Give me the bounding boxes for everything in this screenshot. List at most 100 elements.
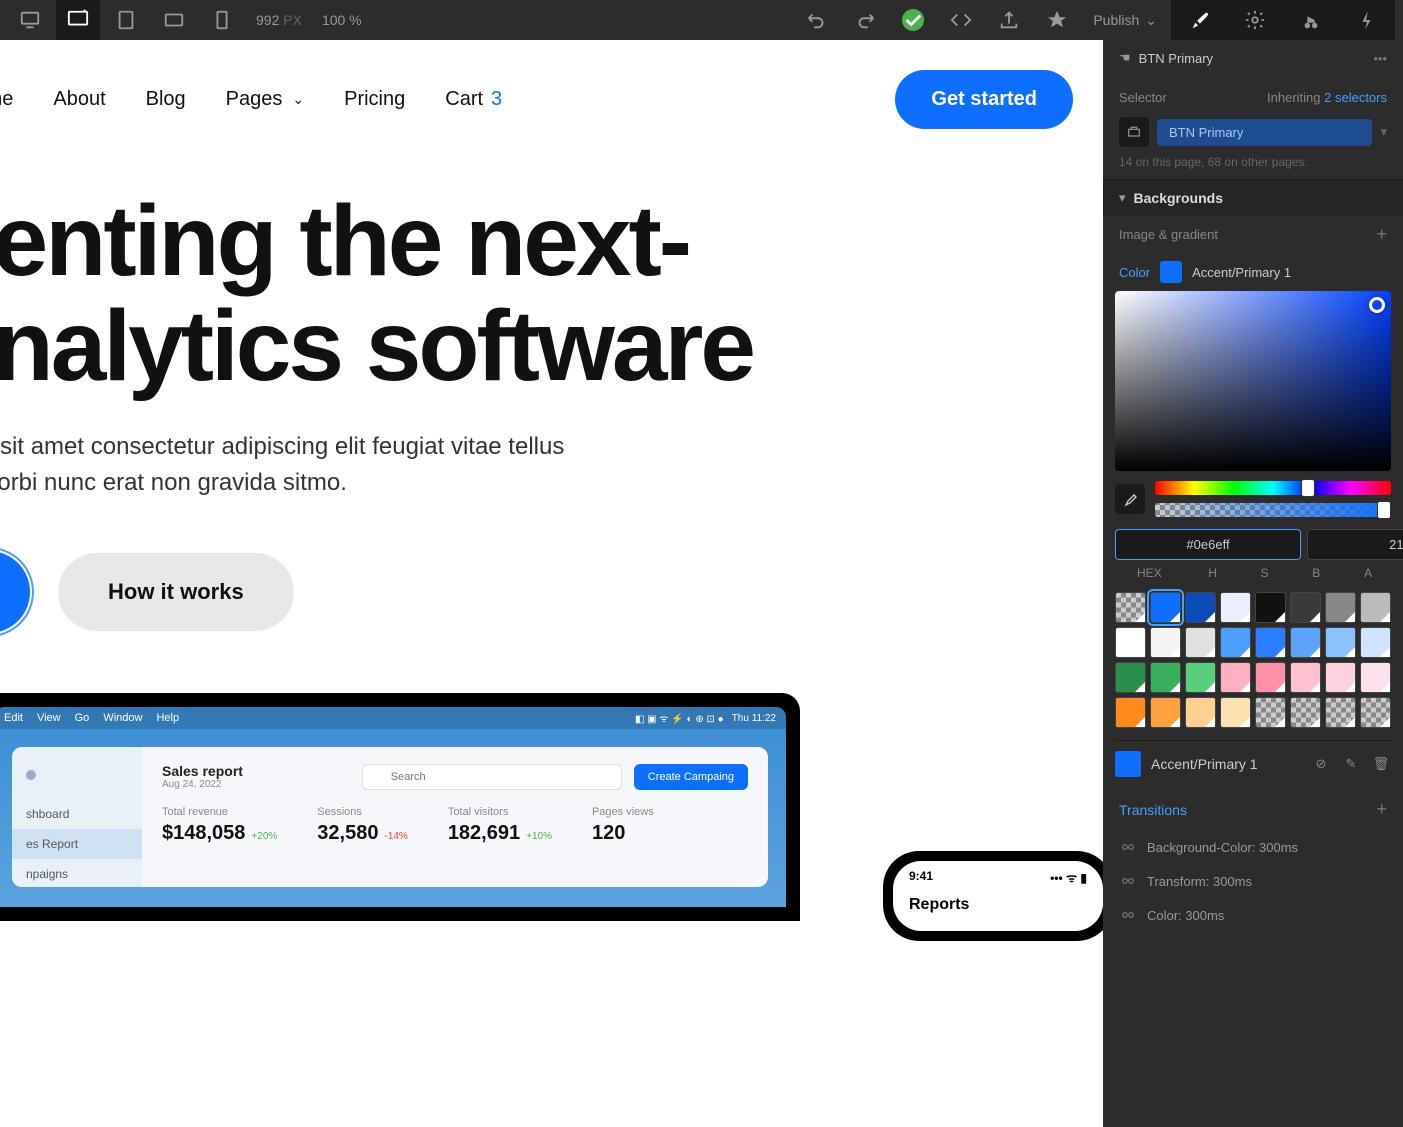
- color-swatch[interactable]: [1185, 697, 1216, 728]
- chevron-down-icon: ⌄: [1145, 12, 1157, 29]
- inheriting-info[interactable]: Inheriting 2 selectors: [1267, 90, 1387, 105]
- hero-subtitle[interactable]: dolor sit amet consectetur adipiscing el…: [0, 429, 1103, 501]
- redo-icon[interactable]: [843, 0, 887, 40]
- canvas[interactable]: Home About Blog Pages ⌄ Pricing Cart 3 G…: [0, 40, 1103, 1127]
- color-swatch[interactable]: [1220, 697, 1251, 728]
- color-swatch[interactable]: [1290, 592, 1321, 623]
- eyedropper-icon[interactable]: [1115, 484, 1145, 514]
- dropdown-icon[interactable]: ▾: [1380, 124, 1387, 140]
- add-transition-icon[interactable]: +: [1376, 799, 1387, 820]
- canvas-width[interactable]: 992 PX: [248, 12, 310, 28]
- bg-color-name: Accent/Primary 1: [1192, 265, 1291, 280]
- nav-home[interactable]: Home: [0, 88, 13, 111]
- dash-title: Sales report: [162, 763, 243, 779]
- color-swatch[interactable]: [1220, 592, 1251, 623]
- transition-item[interactable]: Transform: 300ms: [1103, 864, 1403, 898]
- color-swatch[interactable]: [1150, 697, 1181, 728]
- hero-primary-button-selected[interactable]: d: [0, 551, 30, 633]
- color-swatch[interactable]: [1185, 627, 1216, 658]
- color-swatch[interactable]: [1150, 627, 1181, 658]
- effects-icon[interactable]: [1339, 0, 1395, 40]
- alpha-slider[interactable]: [1155, 503, 1391, 517]
- color-swatch[interactable]: [1115, 627, 1146, 658]
- device-mockup: Edit View Go Window Help ◧ ▣ ᯤ ⚡ ◐ ⊕ ⊡ ●…: [0, 693, 1103, 921]
- color-swatch[interactable]: [1325, 662, 1356, 693]
- color-swatch[interactable]: [1220, 627, 1251, 658]
- nav-cta-button[interactable]: Get started: [895, 70, 1073, 129]
- color-swatch[interactable]: [1290, 697, 1321, 728]
- nav-pricing[interactable]: Pricing: [344, 88, 405, 111]
- dash-date: Aug 24, 2022: [162, 779, 243, 790]
- color-swatch[interactable]: [1185, 662, 1216, 693]
- color-swatch[interactable]: [1360, 662, 1391, 693]
- color-swatch[interactable]: [1290, 627, 1321, 658]
- audit-icon[interactable]: [1035, 0, 1079, 40]
- color-saturation-field[interactable]: [1115, 291, 1391, 471]
- current-color-name: Accent/Primary 1: [1151, 756, 1301, 772]
- nav-pages[interactable]: Pages ⌄: [226, 88, 304, 111]
- status-check-icon[interactable]: [891, 0, 935, 40]
- color-picker: HEX H S B A Accent/Primary 1 ⊘ ✎ 🗑: [1103, 291, 1403, 789]
- backgrounds-section-header[interactable]: ▾ Backgrounds: [1103, 180, 1403, 216]
- zoom-level[interactable]: 100 %: [314, 12, 370, 28]
- hero-secondary-button[interactable]: How it works: [58, 553, 294, 631]
- color-swatch[interactable]: [1150, 662, 1181, 693]
- color-swatch[interactable]: [1360, 592, 1391, 623]
- hero-title[interactable]: senting the next- analytics software: [0, 189, 1103, 399]
- code-icon[interactable]: [939, 0, 983, 40]
- selector-type-icon[interactable]: [1119, 117, 1149, 147]
- color-swatch[interactable]: [1185, 592, 1216, 623]
- phone-status-icons: ••• ᯤ ▮: [1050, 869, 1087, 886]
- nav-about[interactable]: About: [53, 88, 105, 111]
- color-swatch[interactable]: [1360, 697, 1391, 728]
- color-swatch[interactable]: [1290, 662, 1321, 693]
- export-icon[interactable]: [987, 0, 1031, 40]
- trash-icon[interactable]: 🗑: [1371, 756, 1391, 772]
- bg-color-label: Color: [1119, 265, 1150, 280]
- more-icon[interactable]: •••: [1373, 51, 1387, 66]
- color-swatch[interactable]: [1325, 697, 1356, 728]
- edit-icon[interactable]: ✎: [1341, 756, 1361, 772]
- interactions-icon[interactable]: [1283, 0, 1339, 40]
- unlink-icon[interactable]: ⊘: [1311, 756, 1331, 772]
- hue-slider[interactable]: [1155, 481, 1391, 495]
- stat-block: Total visitors182,691+10%: [448, 806, 552, 845]
- device-tablet-landscape-icon[interactable]: [152, 0, 196, 40]
- color-swatch[interactable]: [1255, 592, 1286, 623]
- color-swatch[interactable]: [1255, 697, 1286, 728]
- color-swatch[interactable]: [1115, 697, 1146, 728]
- device-mobile-icon[interactable]: [200, 0, 244, 40]
- color-swatch[interactable]: [1115, 662, 1146, 693]
- color-swatch[interactable]: [1220, 662, 1251, 693]
- image-gradient-label: Image & gradient: [1119, 227, 1218, 242]
- transition-item[interactable]: Background-Color: 300ms: [1103, 830, 1403, 864]
- phone-time: 9:41: [909, 869, 933, 886]
- device-tablet-icon[interactable]: [104, 0, 148, 40]
- device-desktop-large-icon[interactable]: [56, 0, 100, 40]
- color-swatch[interactable]: [1325, 627, 1356, 658]
- color-swatch[interactable]: [1360, 627, 1391, 658]
- nav-cart[interactable]: Cart 3: [445, 88, 502, 111]
- color-swatch[interactable]: [1150, 592, 1181, 623]
- settings-gear-icon[interactable]: [1227, 0, 1283, 40]
- stat-block: Total revenue$148,058+20%: [162, 806, 277, 845]
- publish-dropdown[interactable]: Publish ⌄: [1083, 12, 1167, 29]
- stat-block: Pages views120: [592, 806, 654, 845]
- brush-icon[interactable]: [1171, 0, 1227, 40]
- nav-blog[interactable]: Blog: [146, 88, 186, 111]
- undo-icon[interactable]: [795, 0, 839, 40]
- bg-color-swatch[interactable]: [1160, 261, 1182, 283]
- selector-tag[interactable]: BTN Primary: [1157, 119, 1372, 146]
- hand-icon: ☚: [1119, 50, 1131, 66]
- color-handle[interactable]: [1369, 297, 1385, 313]
- add-background-icon[interactable]: +: [1376, 224, 1387, 245]
- h-input[interactable]: [1307, 529, 1403, 560]
- hex-input[interactable]: [1115, 529, 1301, 560]
- device-desktop-icon[interactable]: [8, 0, 52, 40]
- color-swatch[interactable]: [1255, 662, 1286, 693]
- color-swatch[interactable]: [1255, 627, 1286, 658]
- color-swatch[interactable]: [1115, 592, 1146, 623]
- transition-item[interactable]: Color: 300ms: [1103, 898, 1403, 932]
- color-swatch[interactable]: [1325, 592, 1356, 623]
- transitions-section-header[interactable]: Transitions +: [1103, 789, 1403, 830]
